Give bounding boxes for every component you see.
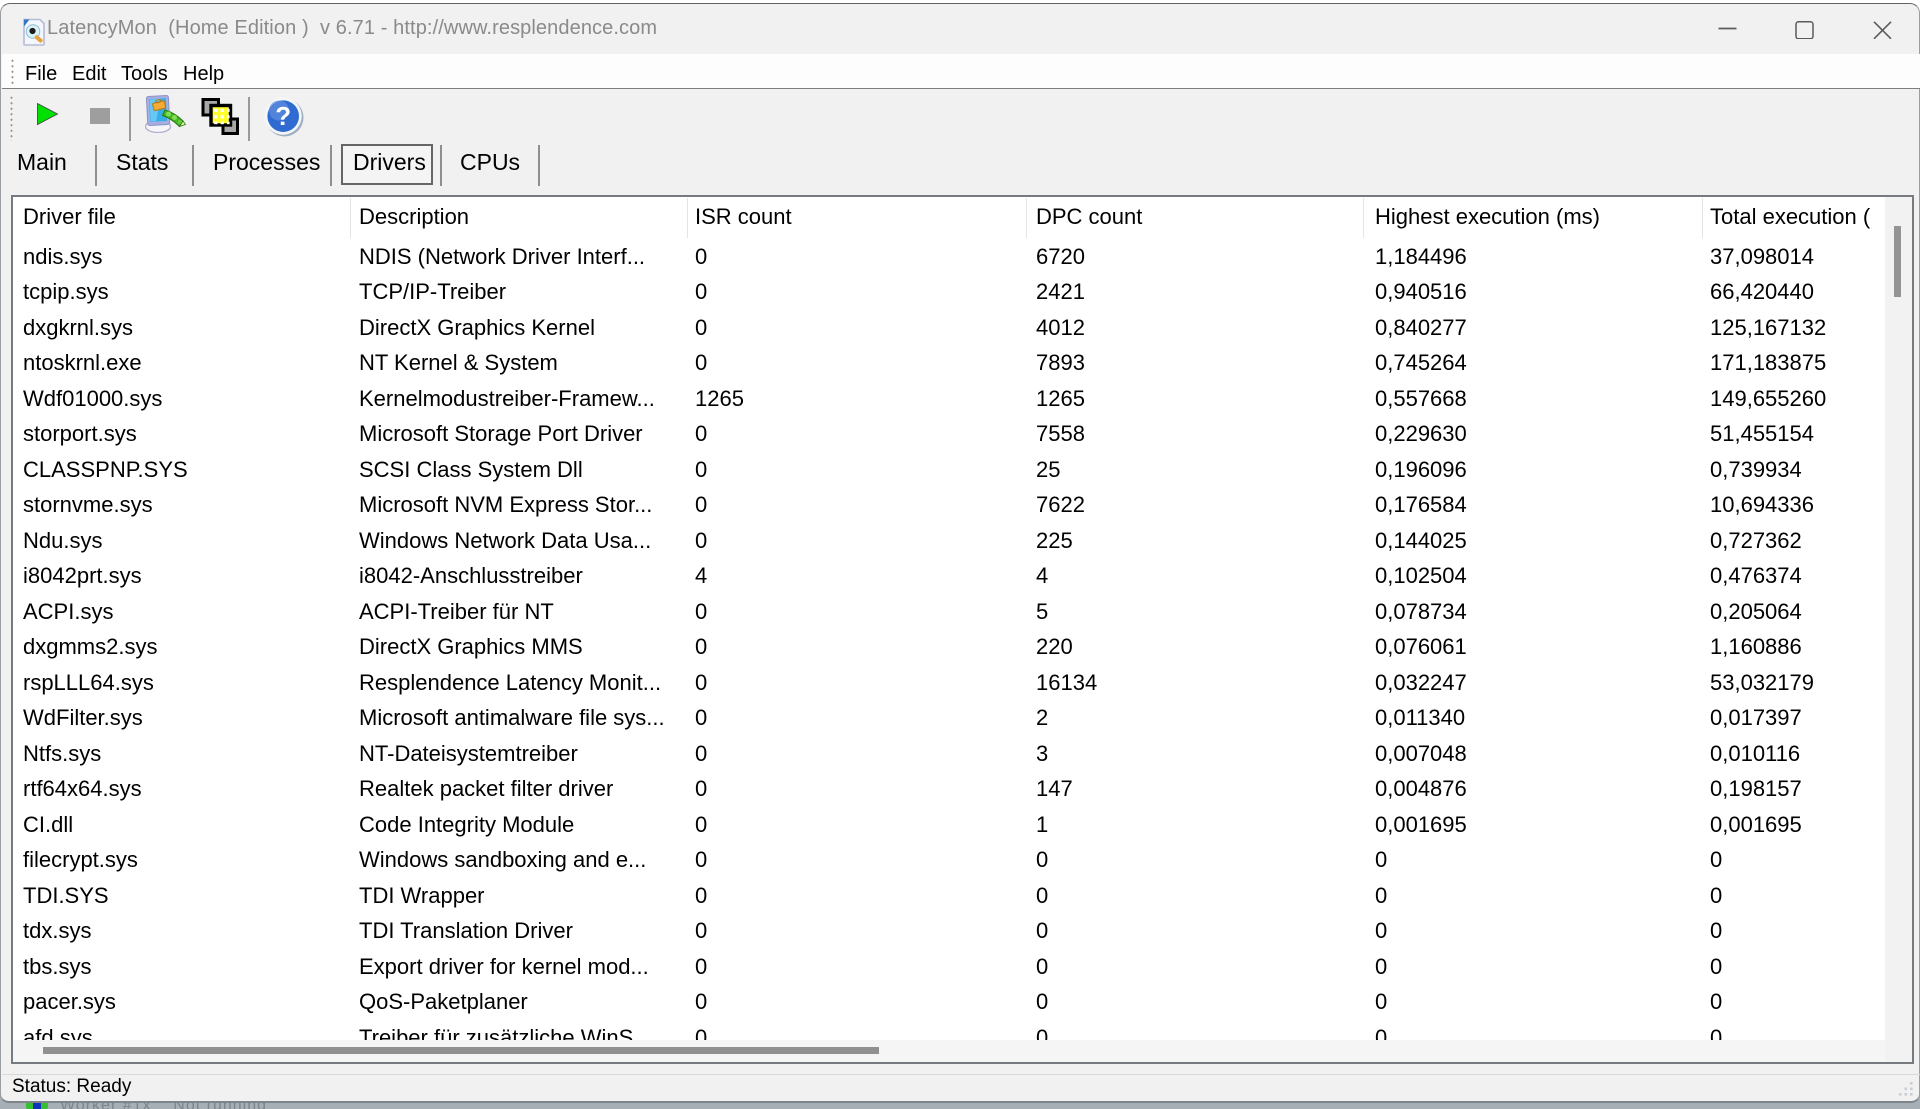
svg-text:?: ? [275, 101, 291, 131]
